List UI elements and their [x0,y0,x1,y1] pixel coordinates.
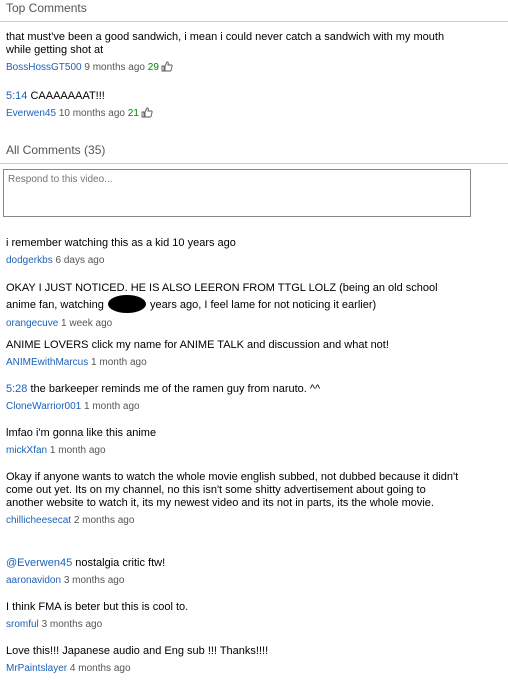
comment-time: 10 months ago [58,108,125,119]
thumbs-up-icon[interactable] [141,107,153,122]
comment-body: nostalgia critic ftw! [72,557,166,569]
comment-body-end: years ago, I feel lame for not noticing … [146,299,377,311]
comment-text: Love this!!! Japanese audio and Eng sub … [6,645,269,657]
comment-author-link[interactable]: chillicheesecat [6,515,71,526]
comment-item: i remember watching this as a kid 10 yea… [6,237,466,267]
comment-meta: ANIMEwithMarcus 1 month ago [6,356,466,369]
comment-author-link[interactable]: aaronavidon [6,575,61,586]
comment-time: 3 months ago [63,575,125,586]
comment-meta: aaronavidon 3 months ago [6,574,466,587]
comment-author-link[interactable]: CloneWarrior001 [6,401,81,412]
comment-text: that must've been a good sandwich, i mea… [6,31,445,56]
comment-text: 5:28 the barkeeper reminds me of the ram… [6,383,466,396]
redaction-mark [107,295,146,313]
comment-time: 3 months ago [41,619,103,630]
comment-author-link[interactable]: ANIMEwithMarcus [6,357,88,368]
comment-time: 9 months ago [84,62,145,73]
comment-meta: Everwen45 10 months ago 21 [6,107,466,122]
comment-reply-box[interactable] [3,169,471,217]
comment-text: ANIME LOVERS click my name for ANIME TAL… [6,339,389,351]
comment-meta: dodgerkbs 6 days ago [6,254,466,267]
like-count: 29 [147,62,159,73]
comment-author-link[interactable]: Everwen45 [6,108,56,119]
comment-meta: sromful 3 months ago [6,618,466,631]
top-comment: 5:14 CAAAAAAAT!!! Everwen45 10 months ag… [6,90,466,122]
comment-item: Okay if anyone wants to watch the whole … [6,471,466,527]
top-comment: that must've been a good sandwich, i mea… [6,31,466,76]
comment-meta: orangecuve 1 week ago [6,317,466,330]
comment-author-link[interactable]: BossHossGT500 [6,62,82,73]
comment-body: the barkeeper reminds me of the ramen gu… [27,383,321,395]
comment-text: @Everwen45 nostalgia critic ftw! [6,557,466,570]
comment-text: Okay if anyone wants to watch the whole … [6,471,459,509]
comment-author-link[interactable]: dodgerkbs [6,255,53,266]
comment-text: OKAY I JUST NOTICED. HE IS ALSO LEERON F… [6,282,466,313]
comment-item: I think FMA is beter but this is cool to… [6,601,466,631]
all-comments-title: All Comments (35) [6,143,106,157]
comment-item: 5:28 the barkeeper reminds me of the ram… [6,383,466,413]
comment-time: 1 month ago [84,401,140,412]
all-comments-header: All Comments (35) [0,142,508,164]
comment-text: lmfao i'm gonna like this anime [6,427,157,439]
comment-time: 4 months ago [69,663,131,674]
comment-text: i remember watching this as a kid 10 yea… [6,237,236,249]
comment-meta: BossHossGT500 9 months ago 29 [6,61,466,76]
comment-time: 6 days ago [55,255,105,266]
comment-meta: mickXfan 1 month ago [6,444,466,457]
comment-time: 1 month ago [49,445,106,456]
comment-meta: MrPaintslayer 4 months ago [6,662,466,675]
comment-author-link[interactable]: MrPaintslayer [6,663,67,674]
thumbs-up-icon[interactable] [161,61,173,76]
comment-author-link[interactable]: mickXfan [6,445,47,456]
video-timestamp-link[interactable]: 5:28 [6,383,27,395]
comment-author-link[interactable]: orangecuve [6,318,58,329]
comment-item: OKAY I JUST NOTICED. HE IS ALSO LEERON F… [6,282,466,330]
comment-meta: CloneWarrior001 1 month ago [6,400,466,413]
comment-time: 1 week ago [61,318,113,329]
comment-author-link[interactable]: sromful [6,619,39,630]
comment-item: Love this!!! Japanese audio and Eng sub … [6,645,466,675]
comment-time: 2 months ago [73,515,135,526]
comment-input[interactable] [4,170,470,189]
comment-text: 5:14 CAAAAAAAT!!! [6,90,466,103]
comment-body: CAAAAAAAT!!! [27,90,105,102]
video-timestamp-link[interactable]: 5:14 [6,90,27,102]
user-mention-link[interactable]: @Everwen45 [6,557,72,569]
comment-item: ANIME LOVERS click my name for ANIME TAL… [6,339,466,369]
comment-meta: chillicheesecat 2 months ago [6,514,466,527]
top-comments-title: Top Comments [6,1,87,15]
comment-item: lmfao i'm gonna like this anime mickXfan… [6,427,466,457]
comment-time: 1 month ago [91,357,147,368]
top-comments-header: Top Comments [0,0,508,22]
like-count: 21 [127,108,139,119]
comment-item: @Everwen45 nostalgia critic ftw! aaronav… [6,557,466,587]
comment-text: I think FMA is beter but this is cool to… [6,601,189,613]
